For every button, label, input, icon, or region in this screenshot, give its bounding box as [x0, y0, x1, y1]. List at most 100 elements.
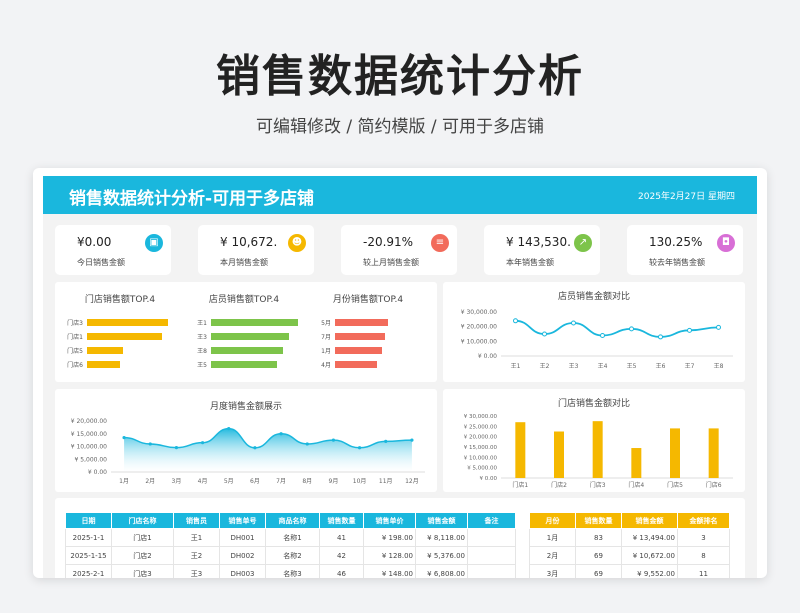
- top4-bar: [87, 333, 162, 340]
- table-cell[interactable]: ¥ 6,808.00: [415, 564, 468, 578]
- table-cell[interactable]: 名称3: [265, 564, 320, 578]
- top4-bar-label: 门店6: [67, 362, 83, 369]
- table-cell[interactable]: 门店1: [111, 528, 174, 547]
- table-row: 2月 69 ¥ 10,672.00 8: [529, 546, 730, 565]
- table-header-cell: 门店名称: [111, 512, 174, 529]
- top4-bar-label: 7月: [321, 334, 331, 341]
- table-cell[interactable]: 46: [319, 564, 364, 578]
- table-cell[interactable]: ¥ 13,494.00: [621, 528, 678, 547]
- kpi-label: 今日销售金额: [77, 258, 125, 267]
- y-tick-label: ¥ 30,000.00: [461, 309, 497, 316]
- table-cell[interactable]: 3: [677, 528, 730, 547]
- top4-bar: [211, 361, 277, 368]
- data-point: [122, 435, 126, 440]
- table-cell[interactable]: 41: [319, 528, 364, 547]
- table-cell[interactable]: 11: [677, 564, 730, 578]
- top4-bar: [211, 319, 298, 326]
- table-header-cell: 销售数量: [319, 512, 364, 529]
- table-cell[interactable]: 83: [575, 528, 622, 547]
- y-tick-label: ¥ 20,000.00: [71, 418, 107, 425]
- table-cell[interactable]: ¥ 8,118.00: [415, 528, 468, 547]
- table-header-cell: 备注: [467, 512, 516, 529]
- table-cell[interactable]: 门店3: [111, 564, 174, 578]
- table-cell[interactable]: 8: [677, 546, 730, 565]
- x-tick-label: 王1: [511, 363, 521, 370]
- table-cell[interactable]: 王1: [173, 528, 220, 547]
- table-cell[interactable]: 王3: [173, 564, 220, 578]
- table-header-cell: 月份: [529, 512, 576, 529]
- x-tick-label: 王3: [569, 363, 579, 370]
- staff-line-chart: 店员销售金额对比 ¥ 30,000.00 ¥ 20,000.00 ¥ 10,000.0…: [461, 290, 733, 370]
- data-point: [200, 441, 205, 445]
- top4-bar: [335, 361, 377, 368]
- table-cell[interactable]: 王2: [173, 546, 220, 565]
- table-cell[interactable]: 名称2: [265, 546, 320, 565]
- x-tick-label: 5月: [224, 478, 234, 485]
- table-row: 1月 83 ¥ 13,494.00 3: [529, 528, 730, 547]
- bar: [554, 431, 564, 478]
- y-tick-label: ¥ 15,000.00: [71, 431, 107, 438]
- users-icon: ☻: [288, 234, 306, 252]
- x-tick-label: 王8: [714, 363, 724, 370]
- table-cell[interactable]: ¥ 128.00: [363, 546, 416, 565]
- y-tick-label: ¥ 0.00: [88, 469, 107, 476]
- table-cell[interactable]: 门店2: [111, 546, 174, 565]
- table-cell[interactable]: 2025-1-1: [65, 528, 112, 547]
- chart-list-icon: ≡: [431, 234, 449, 252]
- table-cell[interactable]: DH001: [219, 528, 266, 547]
- table-cell[interactable]: ¥ 5,376.00: [415, 546, 468, 565]
- series-area: [124, 428, 412, 472]
- top4-bar-label: 1月: [321, 348, 331, 355]
- banner-title: 销售数据统计分析-可用于多店铺: [69, 189, 315, 209]
- kpi-card-year: ¥ 143,530. 本年销售金额 ↗: [484, 225, 600, 275]
- top4-title: 月份销售额TOP.4: [332, 295, 404, 305]
- table-cell[interactable]: DH003: [219, 564, 266, 578]
- data-point: [357, 446, 362, 450]
- staff-line-panel: 店员销售金额对比 ¥ 30,000.00 ¥ 20,000.00 ¥ 10,000.0…: [443, 282, 745, 382]
- data-point: [148, 442, 152, 446]
- table-cell[interactable]: ¥ 10,672.00: [621, 546, 678, 565]
- data-point: [658, 334, 663, 340]
- x-tick-label: 门店3: [590, 481, 606, 489]
- table-row: 2025-2-1 门店3 王3 DH003 名称3 46 ¥ 148.00 ¥ 6,808.0…: [65, 564, 516, 578]
- kpi-label: 较上月销售金额: [363, 258, 419, 267]
- table-cell[interactable]: 2月: [529, 546, 576, 565]
- table-cell[interactable]: 42: [319, 546, 364, 565]
- table-header-cell: 销售单价: [363, 512, 416, 529]
- x-tick-label: 4月: [198, 478, 208, 485]
- kpi-value: ¥0.00: [77, 235, 112, 249]
- table-cell[interactable]: 69: [575, 546, 622, 565]
- top4-panel: 门店销售额TOP.4 门店3 门店1 门店5 门店6 店员销售额TOP.4 王1 王3 王8 王5…: [55, 282, 437, 382]
- table-cell[interactable]: [467, 528, 516, 547]
- table-cell[interactable]: 3月: [529, 564, 576, 578]
- table-cell[interactable]: ¥ 148.00: [363, 564, 416, 578]
- x-tick-label: 8月: [302, 478, 312, 485]
- top4-bar-label: 5月: [321, 320, 331, 327]
- top4-bar-label: 4月: [321, 362, 331, 369]
- table-cell[interactable]: ¥ 198.00: [363, 528, 416, 547]
- top4-bar-label: 门店5: [67, 348, 83, 355]
- table-cell[interactable]: [467, 546, 516, 565]
- x-tick-label: 11月: [379, 478, 393, 485]
- kpi-value: -20.91%: [363, 235, 414, 249]
- table-cell[interactable]: 名称1: [265, 528, 320, 547]
- table-cell[interactable]: [467, 564, 516, 578]
- table-header-cell: 日期: [65, 512, 112, 529]
- table-cell[interactable]: ¥ 9,552.00: [621, 564, 678, 578]
- y-tick-label: ¥ 20,000.00: [461, 324, 497, 331]
- table-cell[interactable]: 69: [575, 564, 622, 578]
- kpi-card-yoy: 130.25% 较去年销售金额 ◘: [627, 225, 743, 275]
- y-tick-label: ¥ 15,000.00: [464, 445, 498, 451]
- bar: [708, 428, 719, 478]
- top4-bar: [335, 347, 382, 354]
- top4-bar: [87, 361, 120, 368]
- table-cell[interactable]: 2025-1-15: [65, 546, 112, 565]
- x-tick-label: 1月: [119, 478, 129, 485]
- table-cell[interactable]: DH002: [219, 546, 266, 565]
- store-bar-panel: 门店销售金额对比 ¥ 30,000.00 ¥ 25,000.00 ¥ 20,000.0…: [443, 389, 745, 492]
- top4-bar: [87, 319, 168, 326]
- table-cell[interactable]: 1月: [529, 528, 576, 547]
- table-cell[interactable]: 2025-2-1: [65, 564, 112, 578]
- top4-bar-label: 王8: [197, 348, 207, 355]
- x-tick-label: 9月: [329, 478, 339, 485]
